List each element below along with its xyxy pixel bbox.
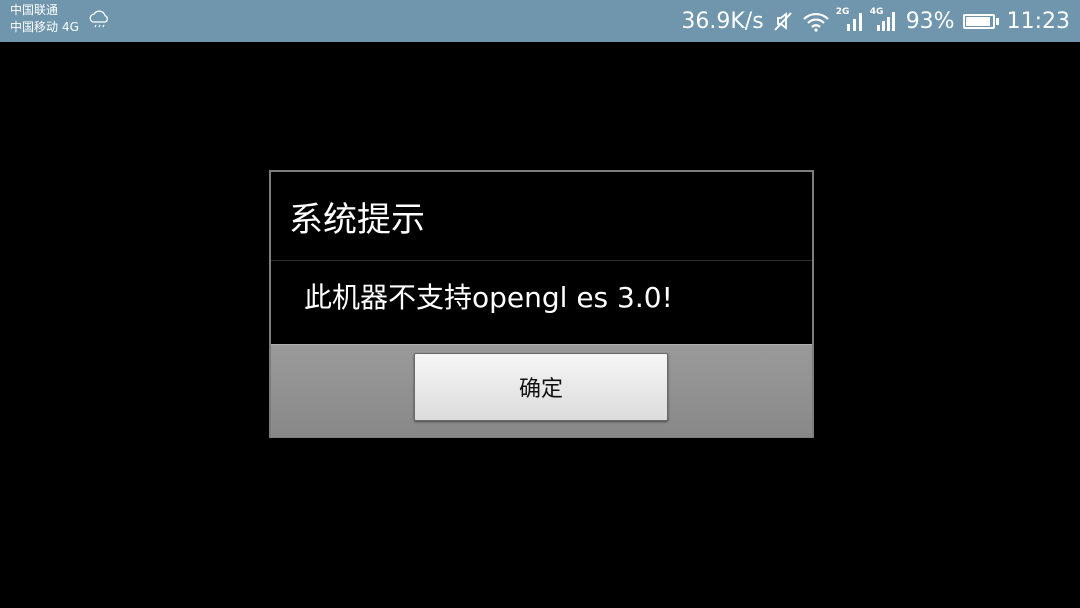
- cloud-rain-icon: [88, 10, 110, 34]
- wifi-icon: [802, 10, 830, 32]
- carrier2-label: 中国移动: [10, 20, 59, 34]
- signal2-tag: 4G: [869, 7, 884, 17]
- dialog-divider: [271, 260, 812, 261]
- alert-dialog: 系统提示 此机器不支持opengl es 3.0! 确定: [269, 170, 814, 438]
- carrier2-network-label: 4G: [62, 20, 79, 34]
- ok-button[interactable]: 确定: [414, 353, 668, 421]
- carrier1-label: 中国联通: [10, 3, 59, 17]
- clock: 11:23: [1006, 8, 1070, 34]
- battery-percent: 93%: [905, 8, 955, 34]
- dialog-message: 此机器不支持opengl es 3.0!: [304, 281, 673, 314]
- mute-icon: [772, 10, 794, 32]
- net-speed: 36.9K/s: [681, 8, 764, 34]
- signal1-tag: 2G: [835, 7, 850, 17]
- signal-icon: 2G: [835, 7, 864, 32]
- battery-icon: [962, 13, 999, 29]
- dialog-title: 系统提示: [289, 200, 425, 240]
- dialog-button-bar: 确定: [271, 344, 812, 437]
- signal-icon: 4G: [869, 7, 898, 32]
- status-bar: 中国联通 中国移动 4G 36.9K/s 2G 4G 93% 11:23: [0, 0, 1080, 42]
- carrier-info: 中国联通 中国移动 4G: [10, 2, 79, 36]
- status-icons: 36.9K/s 2G 4G 93% 11:23: [681, 0, 1070, 42]
